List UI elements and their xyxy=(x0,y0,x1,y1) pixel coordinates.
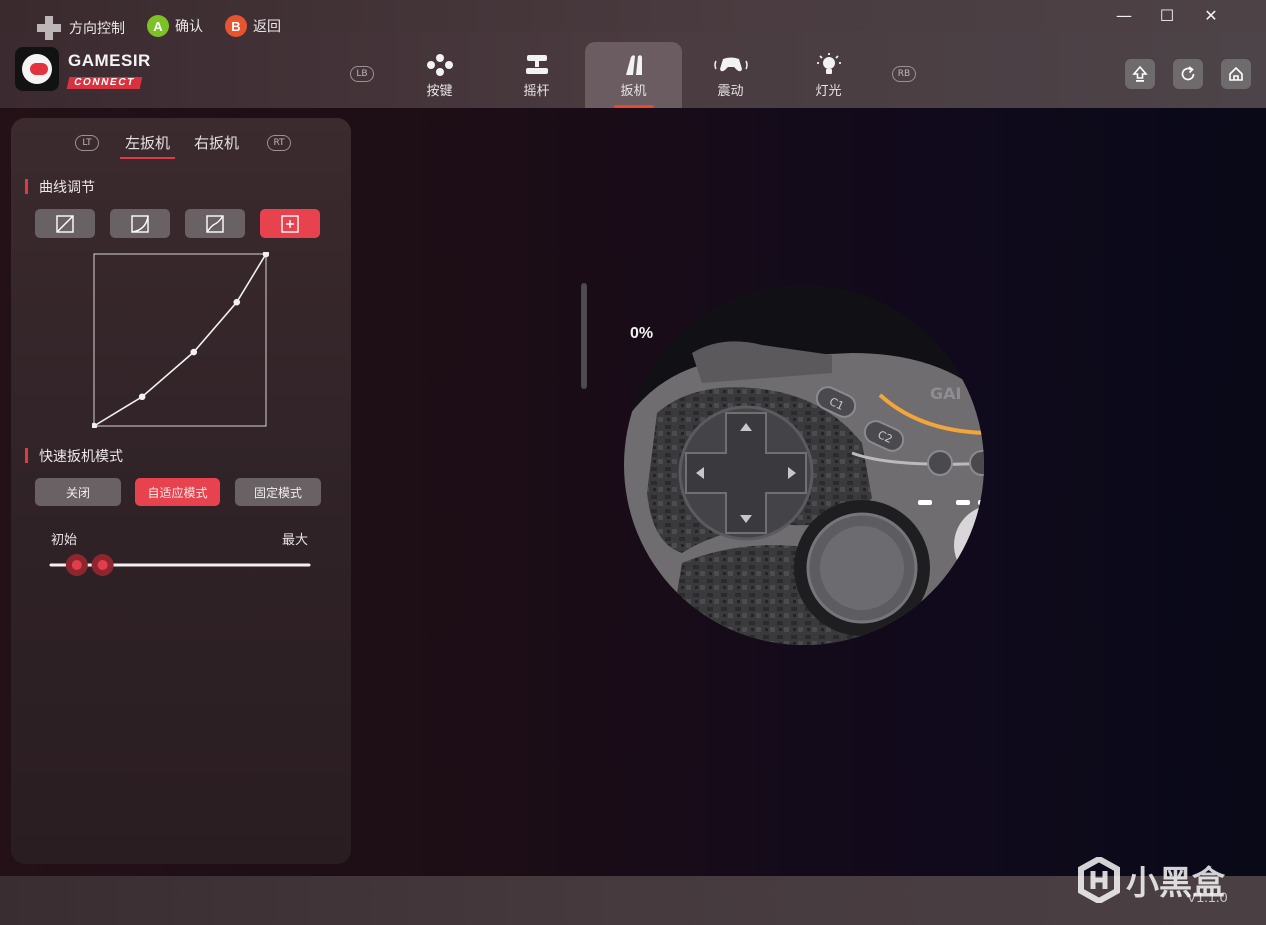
tab-light[interactable]: 灯光 xyxy=(780,42,877,108)
tab-buttons[interactable]: 按键 xyxy=(391,42,488,108)
b-button-icon: B xyxy=(225,15,247,37)
hint-label: 返回 xyxy=(253,19,281,35)
rb-bumper-icon[interactable]: RB xyxy=(892,66,916,82)
tab-vibration[interactable]: 震动 xyxy=(682,42,779,108)
ease-out-curve-icon xyxy=(131,214,149,233)
minimize-button[interactable]: — xyxy=(1102,0,1146,31)
hint-dpad: 方向控制 xyxy=(35,14,125,42)
gamesir-logo-icon xyxy=(15,47,59,91)
controller-preview-image: C1 C2 GAI xyxy=(624,285,984,645)
curve-frame xyxy=(93,253,267,427)
mode-adaptive-button[interactable]: 自适应模式 xyxy=(135,478,220,506)
reset-icon xyxy=(1181,66,1195,81)
upload-button[interactable] xyxy=(1125,59,1155,89)
reset-button[interactable] xyxy=(1173,59,1203,89)
curve-line xyxy=(93,253,267,427)
brand: GAMESIR CONNECT xyxy=(66,51,151,89)
home-button[interactable] xyxy=(1221,59,1251,89)
brand-subname: CONNECT xyxy=(66,77,142,89)
curve-section-title: 曲线调节 xyxy=(25,177,95,197)
hint-confirm: A 确认 xyxy=(147,15,203,37)
tab-label: 灯光 xyxy=(815,84,842,99)
slider-min-label: 初始 xyxy=(51,533,78,548)
heybox-logo-icon xyxy=(1078,857,1120,903)
tab-joystick[interactable]: 摇杆 xyxy=(488,42,585,108)
tab-trigger[interactable]: 扳机 xyxy=(585,42,682,108)
tab-right-trigger[interactable]: 右扳机 xyxy=(194,132,239,153)
curve-control-point[interactable] xyxy=(233,298,241,306)
tab-label: 摇杆 xyxy=(523,84,550,99)
vibration-icon xyxy=(713,52,749,78)
hint-label: 方向控制 xyxy=(69,21,125,37)
slider-end-handle[interactable] xyxy=(91,554,114,576)
curve-preset-ease-out-button[interactable] xyxy=(110,209,170,238)
maximize-button[interactable]: ☐ xyxy=(1145,0,1189,31)
curve-control-point[interactable] xyxy=(92,422,98,428)
light-bulb-icon xyxy=(814,52,844,78)
trigger-icon xyxy=(622,52,646,78)
tab-label: 按键 xyxy=(426,84,453,99)
home-icon xyxy=(1229,66,1243,81)
slider-start-handle[interactable] xyxy=(65,554,88,576)
upload-icon xyxy=(1132,65,1148,82)
close-button[interactable]: ✕ xyxy=(1189,0,1233,31)
brand-name: GAMESIR xyxy=(68,51,151,70)
lt-badge-icon[interactable]: LT xyxy=(75,135,99,151)
buttons-icon xyxy=(426,52,454,78)
tab-left-trigger[interactable]: 左扳机 xyxy=(119,132,176,159)
mode-fixed-button[interactable]: 固定模式 xyxy=(235,478,321,506)
version-label: V1.1.0 xyxy=(1187,889,1228,905)
tab-label: 扳机 xyxy=(620,84,647,99)
slider-max-label: 最大 xyxy=(282,533,309,548)
trigger-progress-bar xyxy=(581,283,587,389)
svg-text:GAI: GAI xyxy=(930,384,961,403)
hint-label: 确认 xyxy=(175,19,203,35)
a-button-icon: A xyxy=(147,15,169,37)
dpad-icon xyxy=(37,16,61,40)
curve-control-point[interactable] xyxy=(138,393,146,401)
quick-trigger-section-title: 快速扳机模式 xyxy=(25,446,123,466)
lb-bumper-icon[interactable]: LB xyxy=(350,66,374,82)
rt-badge-icon[interactable]: RT xyxy=(267,135,291,151)
footer-bar xyxy=(0,876,1266,925)
curve-preset-custom-button[interactable] xyxy=(260,209,320,238)
tab-label: 震动 xyxy=(717,84,744,99)
joystick-icon xyxy=(524,52,550,78)
curve-control-point[interactable] xyxy=(190,348,198,356)
mode-off-button[interactable]: 关闭 xyxy=(35,478,121,506)
curve-preset-linear-button[interactable] xyxy=(35,209,95,238)
trigger-range-slider[interactable] xyxy=(45,552,315,578)
trigger-curve-editor[interactable] xyxy=(92,252,269,428)
custom-curve-icon xyxy=(281,214,299,233)
curve-preset-step-button[interactable] xyxy=(185,209,245,238)
step-curve-icon xyxy=(206,214,224,233)
linear-curve-icon xyxy=(56,214,74,233)
hint-back: B 返回 xyxy=(225,15,281,37)
